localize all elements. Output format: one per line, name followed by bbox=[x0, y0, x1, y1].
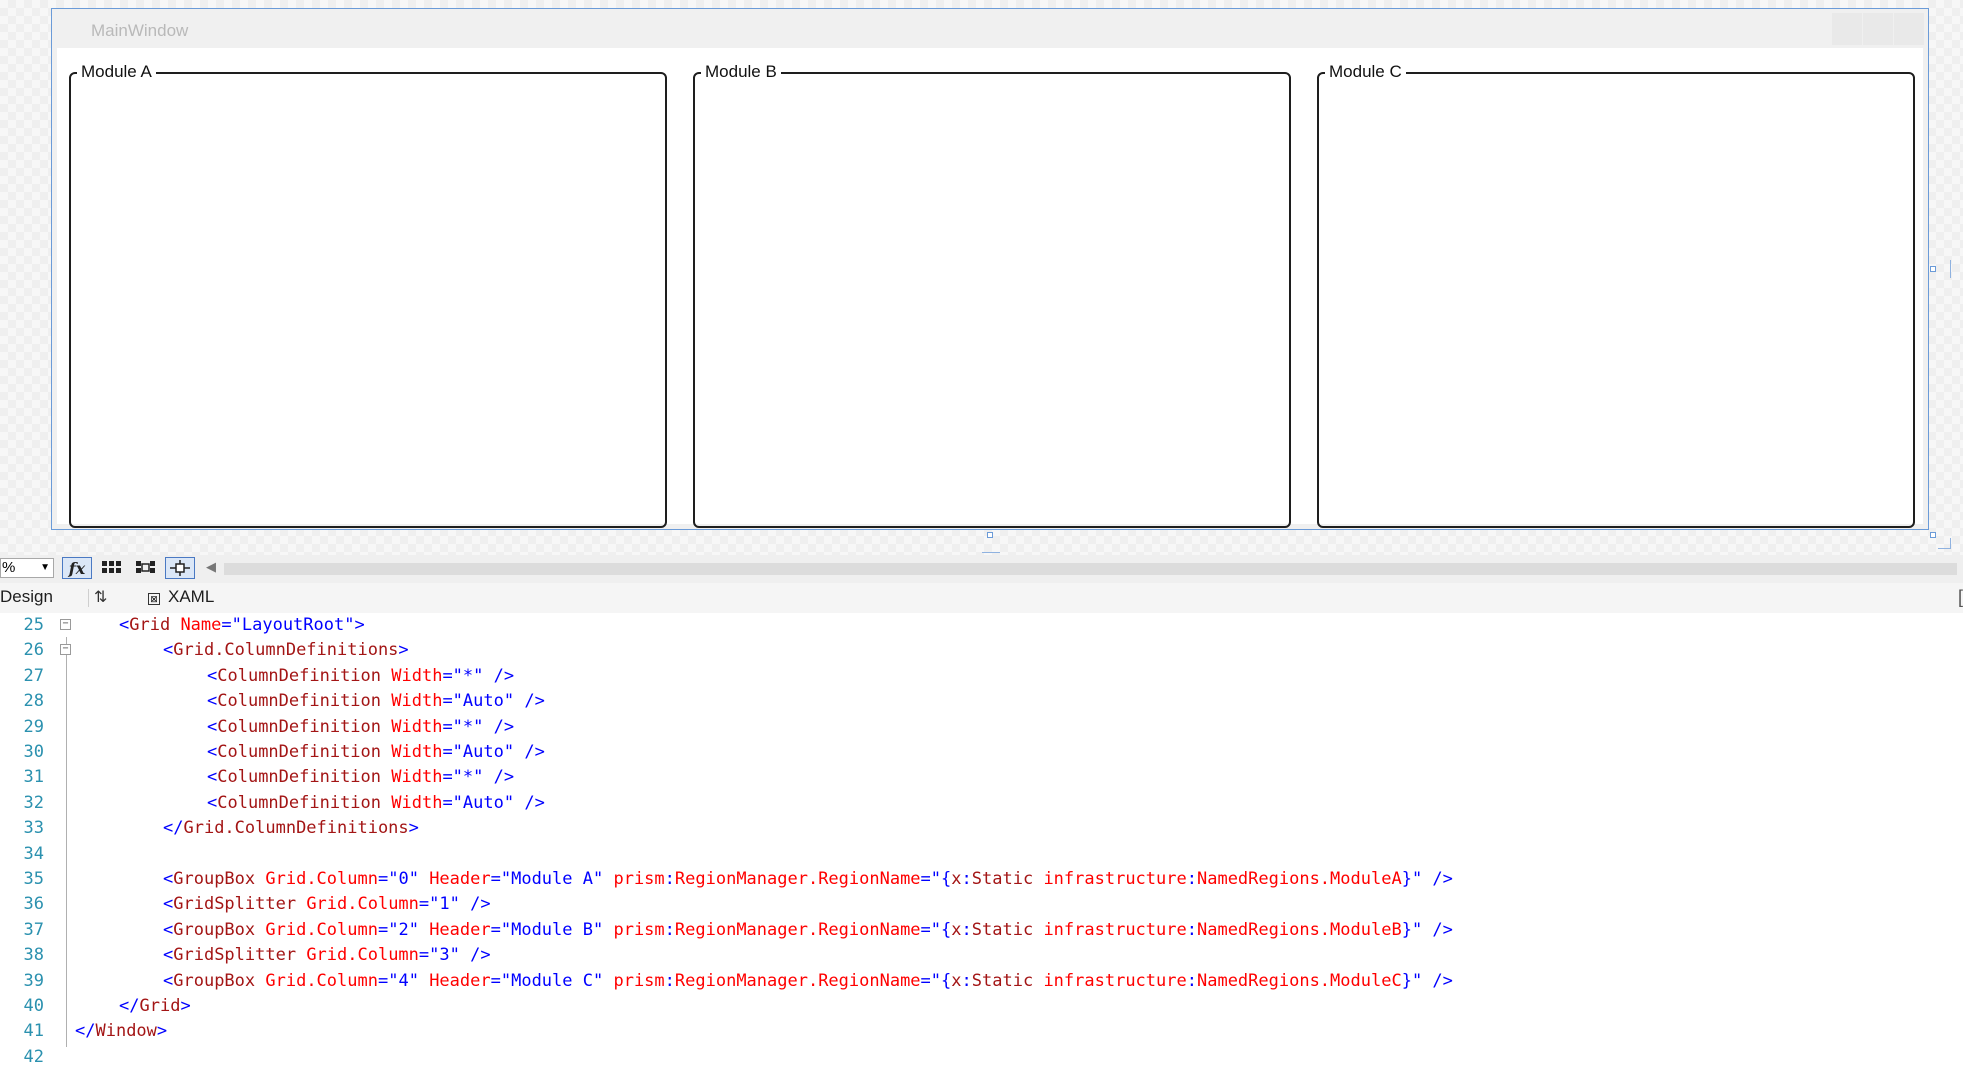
groupbox-header: Module C bbox=[1325, 62, 1406, 82]
line-number: 31 bbox=[23, 767, 44, 788]
code-text: <GroupBox Grid.Column="4" Header="Module… bbox=[163, 970, 1453, 991]
code-line[interactable]: 40 </Grid> bbox=[0, 994, 1963, 1019]
code-text: <GroupBox Grid.Column="2" Header="Module… bbox=[163, 919, 1453, 940]
line-number: 32 bbox=[23, 792, 44, 813]
line-number: 36 bbox=[23, 894, 44, 915]
code-line[interactable]: 41 </Window> bbox=[0, 1019, 1963, 1044]
groupbox-module-a[interactable]: Module A bbox=[69, 62, 667, 528]
snap-grid-icon bbox=[136, 561, 155, 573]
resize-handle-right[interactable] bbox=[1930, 266, 1936, 272]
grid-toggle-button[interactable] bbox=[97, 557, 127, 579]
snap-gridlines-button[interactable] bbox=[131, 557, 161, 579]
groupbox-module-b[interactable]: Module B bbox=[693, 62, 1291, 528]
collapse-icon[interactable]: − bbox=[60, 644, 71, 656]
code-text: <GroupBox Grid.Column="0" Header="Module… bbox=[163, 869, 1453, 889]
code-line[interactable]: 25 − <Grid Name="LayoutRoot"> bbox=[0, 613, 1963, 638]
code-line[interactable]: 29 <ColumnDefinition Width="*" /> bbox=[0, 715, 1963, 740]
code-text: <ColumnDefinition Width="*" /> bbox=[207, 665, 515, 686]
tab-divider bbox=[88, 589, 89, 607]
snaplines-icon bbox=[170, 560, 190, 576]
line-number: 35 bbox=[23, 869, 44, 889]
line-number: 41 bbox=[23, 1021, 44, 1042]
horizontal-scrollbar[interactable] bbox=[224, 563, 1957, 575]
code-line[interactable]: 32 <ColumnDefinition Width="Auto" /> bbox=[0, 791, 1963, 816]
line-number: 39 bbox=[23, 970, 44, 991]
code-line[interactable]: 27 <ColumnDefinition Width="*" /> bbox=[0, 664, 1963, 689]
groupbox-header: Module B bbox=[701, 62, 781, 82]
code-line[interactable]: 35 <GroupBox Grid.Column="0" Header="Modu… bbox=[0, 867, 1963, 892]
window-title: MainWindow bbox=[91, 21, 189, 40]
code-line[interactable]: 28 <ColumnDefinition Width="Auto" /> bbox=[0, 689, 1963, 714]
line-number: 28 bbox=[23, 691, 44, 712]
fx-icon: fx bbox=[68, 558, 86, 578]
line-number: 40 bbox=[23, 996, 44, 1016]
zoom-dropdown[interactable]: % ▼ bbox=[0, 558, 54, 578]
caption-buttons bbox=[1831, 13, 1924, 45]
line-number: 38 bbox=[23, 945, 44, 966]
code-text: <ColumnDefinition Width="*" /> bbox=[207, 716, 515, 737]
groupbox-header: Module A bbox=[77, 62, 156, 82]
line-number: 26 bbox=[23, 640, 44, 661]
line-number: 42 bbox=[23, 1046, 44, 1067]
code-line[interactable]: 26 − <Grid.ColumnDefinitions> bbox=[0, 638, 1963, 663]
close-button bbox=[1894, 13, 1924, 45]
code-line[interactable]: 38 <GridSplitter Grid.Column="3" /> bbox=[0, 943, 1963, 968]
view-tabbar: Design ⇅ ⊠ XAML [ bbox=[0, 583, 1963, 614]
maximize-button bbox=[1863, 13, 1893, 45]
resize-guide-corner-v bbox=[1950, 538, 1951, 549]
resize-guide-bottom bbox=[982, 552, 1000, 553]
fx-button[interactable]: fx bbox=[62, 557, 92, 579]
line-number: 30 bbox=[23, 742, 44, 762]
line-number: 25 bbox=[23, 615, 44, 635]
xaml-designer-surface[interactable]: MainWindow Module A Module B Module C bbox=[0, 0, 1963, 565]
code-text: <GridSplitter Grid.Column="1" /> bbox=[163, 894, 491, 915]
line-number: 29 bbox=[23, 716, 44, 737]
groupbox-module-c[interactable]: Module C bbox=[1317, 62, 1915, 528]
main-window-preview[interactable]: MainWindow Module A Module B Module C bbox=[51, 8, 1929, 530]
line-number: 34 bbox=[23, 843, 44, 864]
code-text: <Grid.ColumnDefinitions> bbox=[163, 640, 409, 661]
scroll-left-icon[interactable]: ◀ bbox=[206, 559, 216, 575]
code-text: </Grid> bbox=[119, 996, 191, 1016]
code-text: </Window> bbox=[75, 1021, 168, 1042]
code-text: </Grid.ColumnDefinitions> bbox=[163, 818, 419, 839]
xaml-collapse-icon[interactable]: ⊠ bbox=[148, 593, 160, 605]
line-number: 37 bbox=[23, 919, 44, 940]
layout-root-grid[interactable]: Module A Module B Module C bbox=[57, 48, 1923, 528]
code-line[interactable]: 33 </Grid.ColumnDefinitions> bbox=[0, 816, 1963, 841]
snap-snaplines-button[interactable] bbox=[165, 557, 195, 579]
code-text: <GridSplitter Grid.Column="3" /> bbox=[163, 945, 491, 966]
collapse-icon[interactable]: − bbox=[60, 619, 71, 630]
resize-handle-bottom[interactable] bbox=[987, 532, 993, 538]
tab-design[interactable]: Design bbox=[0, 587, 53, 607]
code-text: <ColumnDefinition Width="Auto" /> bbox=[207, 691, 545, 712]
designer-toolbar: % ▼ fx ◀ bbox=[0, 555, 1963, 583]
tab-xaml[interactable]: XAML bbox=[168, 587, 214, 607]
code-text: <ColumnDefinition Width="*" /> bbox=[207, 767, 515, 788]
code-text: <ColumnDefinition Width="Auto" /> bbox=[207, 792, 545, 813]
code-line[interactable]: 34 bbox=[0, 842, 1963, 867]
line-number: 33 bbox=[23, 818, 44, 839]
minimize-button bbox=[1832, 13, 1862, 45]
code-line[interactable]: 36 <GridSplitter Grid.Column="1" /> bbox=[0, 892, 1963, 917]
chevron-down-icon: ▼ bbox=[40, 562, 50, 573]
line-number: 27 bbox=[23, 665, 44, 686]
resize-guide-right bbox=[1950, 260, 1951, 278]
resize-handle-corner[interactable] bbox=[1930, 532, 1936, 538]
pane-splitter-icon[interactable]: [ bbox=[1958, 587, 1963, 608]
code-line[interactable]: 39 <GroupBox Grid.Column="4" Header="Modu… bbox=[0, 969, 1963, 994]
code-line[interactable]: 31 <ColumnDefinition Width="*" /> bbox=[0, 765, 1963, 790]
swap-panes-icon[interactable]: ⇅ bbox=[94, 587, 107, 607]
grid-icon bbox=[102, 561, 121, 573]
resize-guide-corner-h bbox=[1938, 548, 1950, 549]
xaml-code-editor[interactable]: 25 − <Grid Name="LayoutRoot"> 26 − <Grid.Colu… bbox=[0, 613, 1963, 1076]
code-line[interactable]: 37 <GroupBox Grid.Column="2" Header="Modu… bbox=[0, 918, 1963, 943]
zoom-value: % bbox=[2, 559, 16, 576]
code-text: <Grid Name="LayoutRoot"> bbox=[119, 615, 365, 635]
code-line[interactable]: 42 bbox=[0, 1045, 1963, 1070]
code-line[interactable]: 30 <ColumnDefinition Width="Auto" /> bbox=[0, 740, 1963, 765]
code-text: <ColumnDefinition Width="Auto" /> bbox=[207, 742, 545, 762]
